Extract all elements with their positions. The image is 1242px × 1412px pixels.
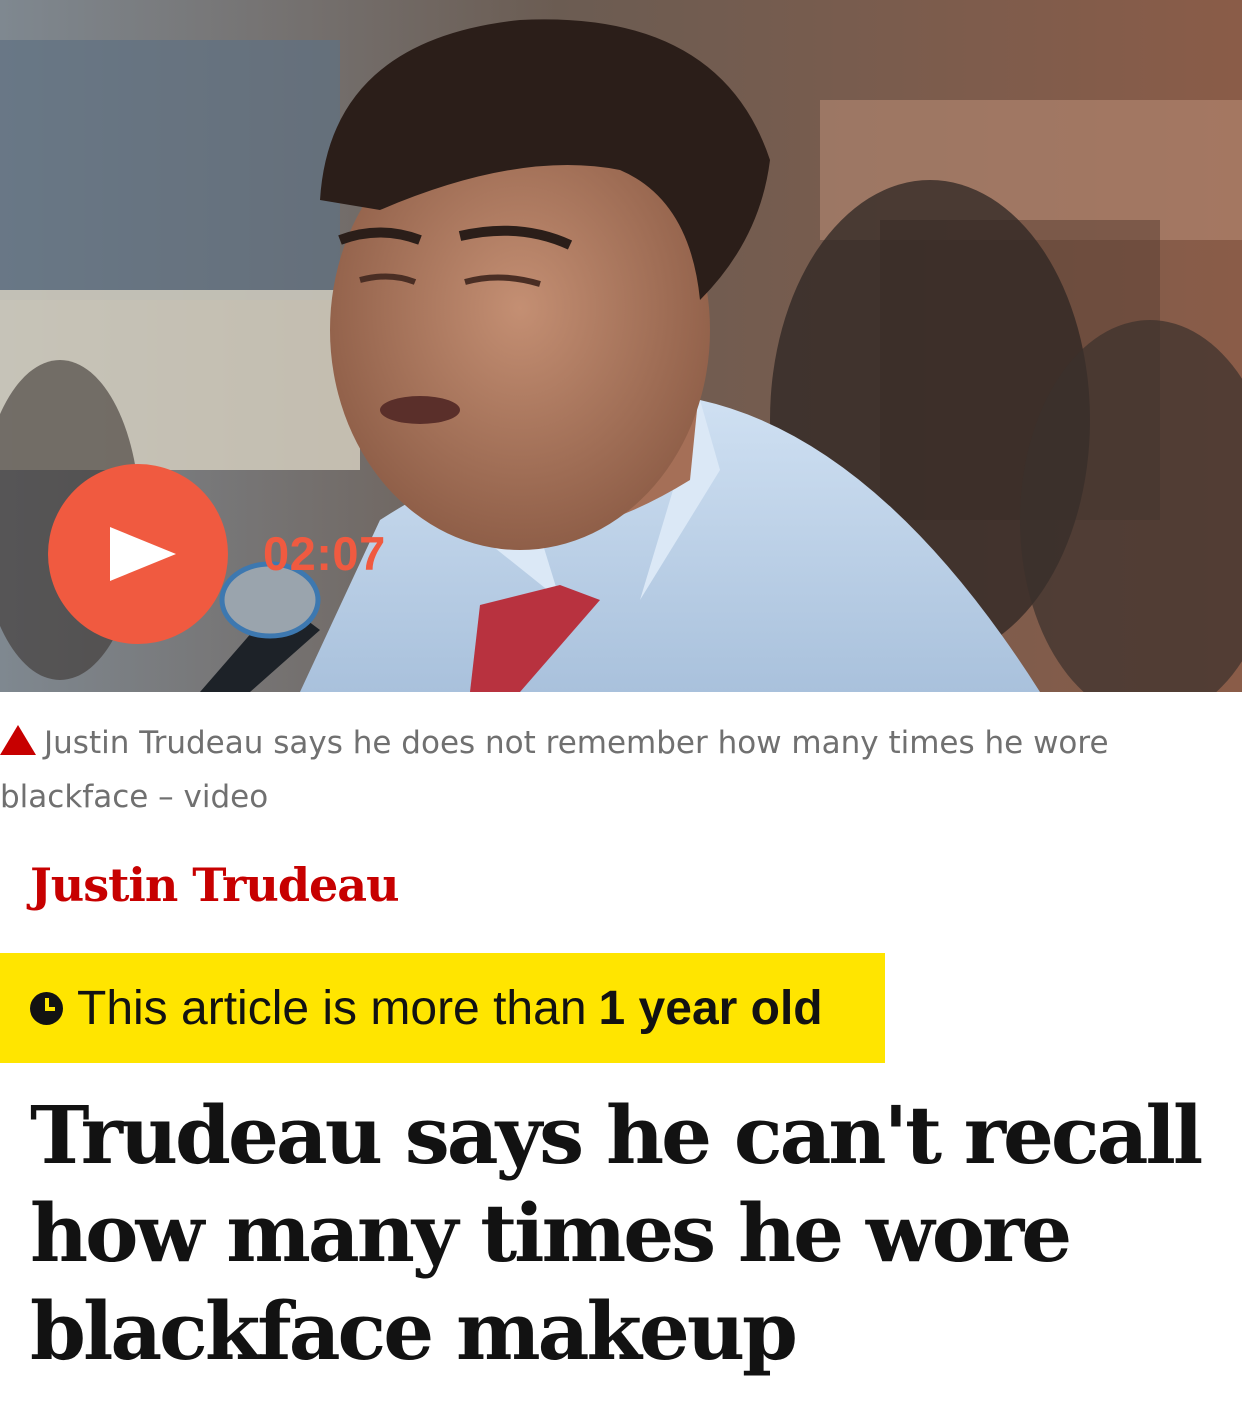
article-headline: Trudeau says he can't recall how many ti…: [30, 1088, 1203, 1378]
play-button[interactable]: [48, 464, 228, 644]
video-duration: 02:07: [263, 527, 386, 580]
age-warning-emphasis: 1 year old: [598, 981, 823, 1035]
article-age-warning: This article is more than 1 year old: [0, 953, 885, 1063]
age-warning-prefix: This article is more than: [77, 981, 587, 1035]
section-kicker-link[interactable]: Justin Trudeau: [30, 858, 400, 912]
triangle-icon: [0, 725, 36, 755]
video-player[interactable]: 02:07: [0, 0, 1242, 692]
clock-icon: [30, 991, 63, 1025]
play-icon: [110, 527, 176, 581]
caption-text: Justin Trudeau says he does not remember…: [0, 725, 1109, 815]
media-caption: Justin Trudeau says he does not remember…: [0, 716, 1180, 824]
